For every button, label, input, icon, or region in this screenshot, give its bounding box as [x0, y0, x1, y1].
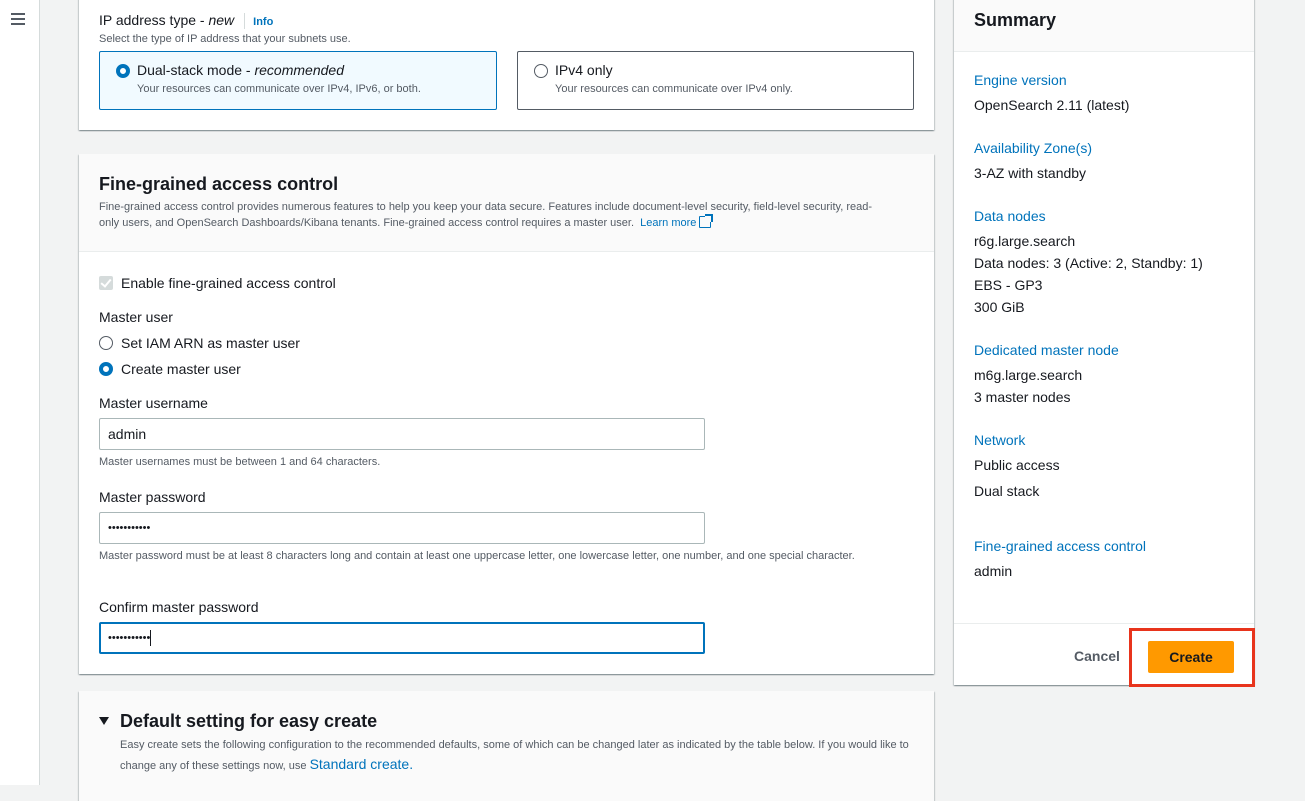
text-caret [150, 630, 152, 647]
summary-value: Data nodes: 3 (Active: 2, Standby: 1) [974, 255, 1203, 271]
caret-down-icon[interactable] [99, 717, 109, 725]
confirm-password-input[interactable]: ••••••••••• [99, 622, 705, 654]
default-settings-title[interactable]: Default setting for easy create [120, 711, 377, 732]
external-link-icon [699, 214, 714, 228]
set-iam-arn-label[interactable]: Set IAM ARN as master user [121, 335, 300, 351]
ip-title-new: new [208, 12, 235, 28]
master-password-hint: Master password must be at least 8 chara… [99, 550, 855, 562]
ipv4-only-label: IPv4 only [555, 62, 613, 78]
dual-stack-tile[interactable]: Dual-stack mode - recommended Your resou… [99, 51, 497, 110]
summary-value: admin [974, 563, 1013, 579]
dual-stack-label: Dual-stack mode - recommended [137, 62, 344, 78]
ip-address-type-panel: IP address type - new Info Select the typ… [79, 0, 934, 130]
ip-title-text: IP address type - [99, 12, 209, 28]
summary-footer-divider [954, 623, 1254, 624]
enable-fgac-label: Enable fine-grained access control [121, 275, 336, 291]
fgac-description: Fine-grained access control provides num… [99, 201, 873, 229]
ipv4-only-description: Your resources can communicate over IPv4… [555, 83, 793, 95]
set-iam-arn-radio[interactable] [99, 336, 113, 350]
ipv4-only-radio[interactable] [534, 64, 548, 78]
summary-header: Summary [954, 0, 1254, 52]
info-link[interactable]: Info [253, 16, 273, 28]
master-user-label: Master user [99, 309, 173, 325]
hamburger-menu-icon[interactable] [11, 13, 25, 25]
summary-value: EBS - GP3 [974, 277, 1043, 293]
ip-address-type-description: Select the type of IP address that your … [99, 33, 351, 45]
create-master-user-label[interactable]: Create master user [121, 361, 241, 377]
summary-key-availability-zones: Availability Zone(s) [974, 140, 1093, 156]
dual-stack-description: Your resources can communicate over IPv4… [137, 83, 421, 95]
summary-value: 3 master nodes [974, 389, 1071, 405]
create-button[interactable]: Create [1148, 641, 1234, 673]
master-password-label: Master password [99, 489, 206, 505]
summary-value: 3-AZ with standby [974, 165, 1087, 181]
master-username-label: Master username [99, 395, 208, 411]
summary-value: m6g.large.search [974, 367, 1083, 383]
master-username-hint: Master usernames must be between 1 and 6… [99, 456, 381, 468]
side-navigation-rail [0, 0, 40, 785]
standard-create-link[interactable]: Standard create. [310, 756, 414, 772]
summary-title: Summary [974, 10, 1057, 30]
confirm-password-label: Confirm master password [99, 599, 259, 615]
dual-stack-radio[interactable] [116, 64, 130, 78]
summary-key-dedicated-master: Dedicated master node [974, 342, 1119, 358]
default-settings-description: Easy create sets the following configura… [120, 739, 909, 772]
ipv4-only-tile[interactable]: IPv4 only Your resources can communicate… [517, 51, 914, 110]
fgac-header: Fine-grained access control Fine-grained… [79, 154, 934, 252]
summary-value: OpenSearch 2.11 (latest) [974, 97, 1130, 113]
summary-value: r6g.large.search [974, 233, 1076, 249]
enable-fgac-checkbox[interactable] [99, 276, 113, 290]
summary-panel: Summary Engine version OpenSearch 2.11 (… [954, 0, 1254, 685]
master-password-input[interactable]: ••••••••••• [99, 512, 705, 544]
summary-key-network: Network [974, 432, 1026, 448]
summary-key-fgac: Fine-grained access control [974, 538, 1146, 554]
learn-more-link[interactable]: Learn more [640, 217, 696, 229]
summary-value: Public access [974, 457, 1060, 473]
divider [244, 13, 246, 30]
summary-value: Dual stack [974, 483, 1040, 499]
summary-key-engine-version: Engine version [974, 72, 1067, 88]
master-username-input[interactable]: admin [99, 418, 705, 450]
fgac-title: Fine-grained access control [99, 174, 339, 194]
ip-address-type-title: IP address type - new Info [99, 12, 273, 30]
cancel-button[interactable]: Cancel [1074, 648, 1120, 664]
summary-value: 300 GiB [974, 299, 1025, 315]
fine-grained-access-control-panel: Fine-grained access control Fine-grained… [79, 154, 934, 674]
summary-key-data-nodes: Data nodes [974, 208, 1046, 224]
create-master-user-radio[interactable] [99, 362, 113, 376]
